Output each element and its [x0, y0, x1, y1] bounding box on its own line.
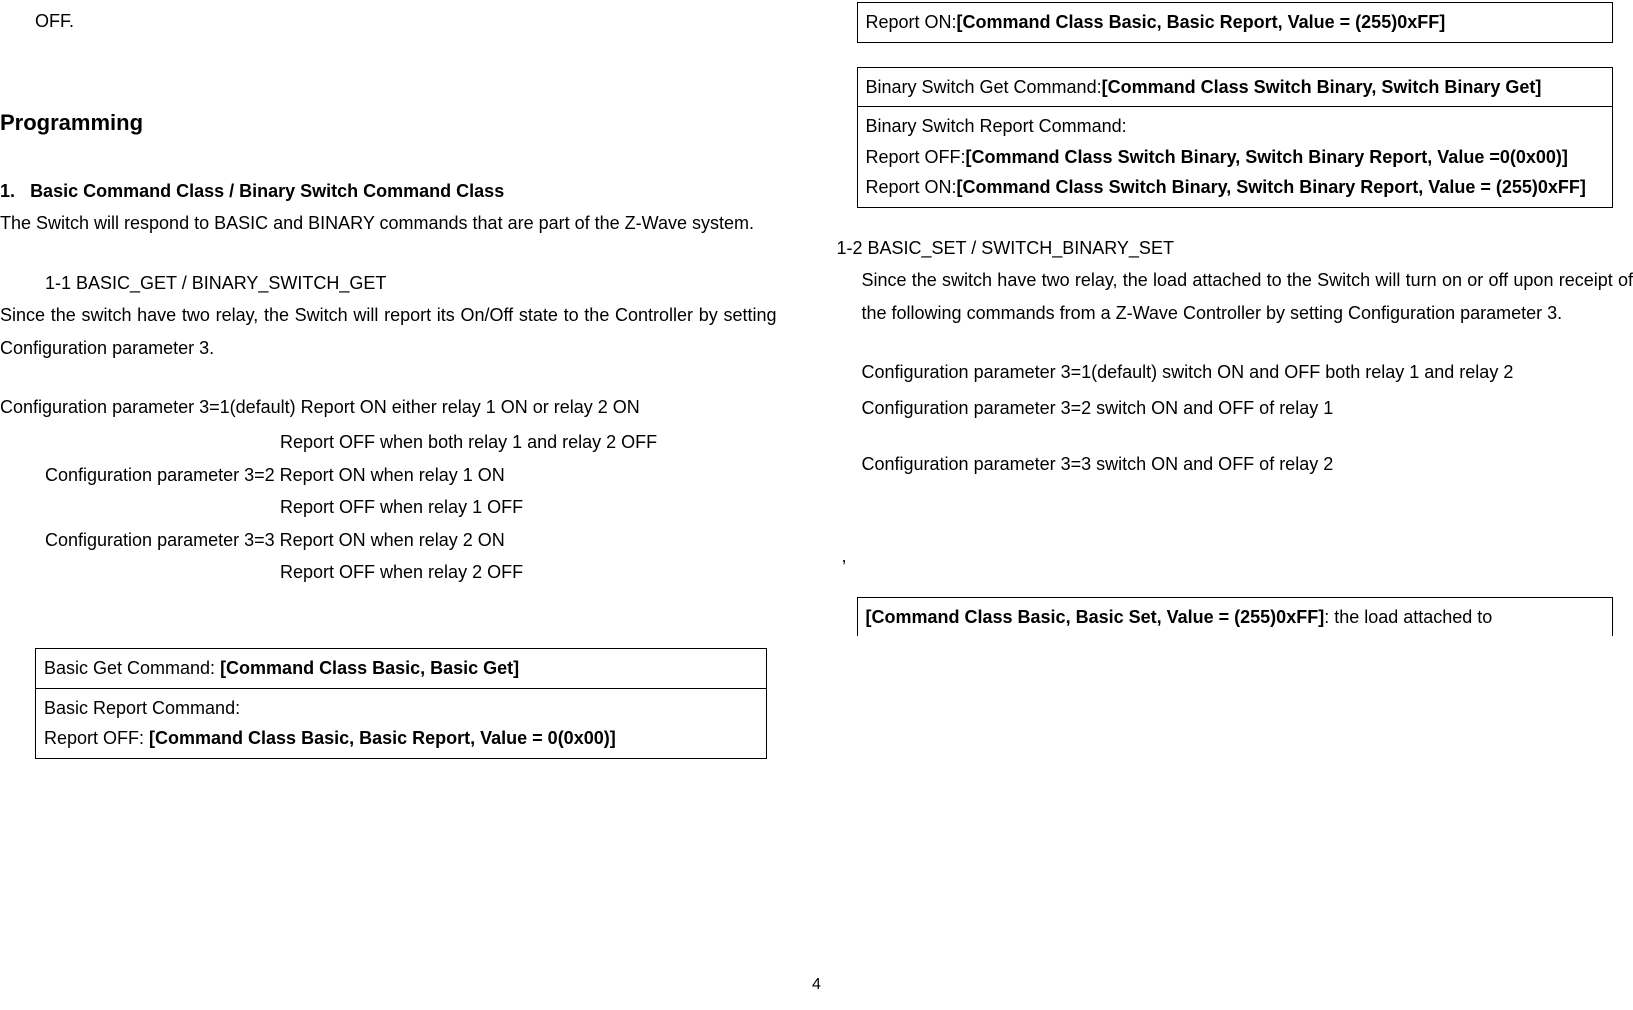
tbl2-row1-a: Binary Switch Get Command:	[866, 77, 1102, 97]
sec12-title: 1-2 BASIC_SET / SWITCH_BINARY_SET	[837, 232, 1633, 264]
tbl3-a: [Command Class Basic, Basic Set, Value =…	[866, 607, 1325, 627]
tbl2-row2-c: [Command Class Switch Binary, Switch Bin…	[966, 147, 1568, 167]
cfg2-a: Configuration parameter 3=2 Report ON wh…	[45, 459, 777, 491]
cfg3-a: Configuration parameter 3=3 Report ON wh…	[45, 524, 777, 556]
cfg1-a: Configuration parameter 3=1(default) Rep…	[0, 391, 777, 423]
sec12-text: Since the switch have two relay, the loa…	[862, 264, 1633, 329]
off-fragment: OFF.	[35, 5, 777, 37]
tbl1-row3-b: [Command Class Basic, Basic Report, Valu…	[957, 12, 1446, 32]
tbl2-row2-d: Report ON:	[866, 177, 957, 197]
tbl2-row2-a: Binary Switch Report Command:	[866, 111, 1605, 142]
sec1-text: The Switch will respond to BASIC and BIN…	[0, 207, 777, 239]
table-row: Basic Report Command: Report OFF: [Comma…	[36, 689, 766, 758]
right-column: Report ON:[Command Class Basic, Basic Re…	[817, 0, 1633, 1010]
binary-switch-table: Binary Switch Get Command:[Command Class…	[857, 67, 1614, 208]
basic-report-on-table: Report ON:[Command Class Basic, Basic Re…	[857, 2, 1614, 43]
tbl2-row2-e: [Command Class Switch Binary, Switch Bin…	[957, 177, 1586, 197]
cfg1-right: Configuration parameter 3=1(default) swi…	[862, 356, 1633, 388]
tbl1-row1-a: Basic Get Command:	[44, 658, 220, 678]
sec11-text: Since the switch have two relay, the Swi…	[0, 299, 777, 364]
tbl2-row1-b: [Command Class Switch Binary, Switch Bin…	[1102, 77, 1542, 97]
page-number: 4	[812, 971, 821, 1000]
table-row: Binary Switch Report Command: Report OFF…	[858, 107, 1613, 207]
tbl1-row2-c: [Command Class Basic, Basic Report, Valu…	[149, 728, 616, 748]
tbl3-b: : the load attached to	[1324, 607, 1492, 627]
programming-heading: Programming	[0, 103, 777, 143]
basic-get-table: Basic Get Command: [Command Class Basic,…	[35, 648, 767, 759]
sec1-title: Basic Command Class / Binary Switch Comm…	[30, 181, 504, 201]
cfg3-right: Configuration parameter 3=3 switch ON an…	[862, 448, 1633, 480]
basic-set-table: [Command Class Basic, Basic Set, Value =…	[857, 597, 1614, 637]
page: OFF. Programming 1. Basic Command Class …	[0, 0, 1633, 1010]
cfg2-right: Configuration parameter 3=2 switch ON an…	[862, 392, 1633, 424]
tbl1-row3-a: Report ON:	[866, 12, 957, 32]
tbl1-row2-a: Basic Report Command:	[44, 693, 758, 724]
cfg3-b: Report OFF when relay 2 OFF	[280, 556, 777, 588]
cfg1-b: Report OFF when both relay 1 and relay 2…	[280, 426, 777, 458]
table-row: Report ON:[Command Class Basic, Basic Re…	[858, 3, 1613, 42]
table-row: Basic Get Command: [Command Class Basic,…	[36, 649, 766, 689]
comma-fragment: ,	[842, 540, 1633, 572]
tbl1-row1-b: [Command Class Basic, Basic Get]	[220, 658, 519, 678]
sec1-num: 1.	[0, 181, 15, 201]
left-column: OFF. Programming 1. Basic Command Class …	[0, 0, 817, 1010]
table-row: [Command Class Basic, Basic Set, Value =…	[858, 598, 1613, 637]
sec11-title: 1-1 BASIC_GET / BINARY_SWITCH_GET	[45, 267, 777, 299]
tbl2-row2-b: Report OFF:	[866, 147, 966, 167]
tbl1-row2-b: Report OFF:	[44, 728, 149, 748]
cfg2-b: Report OFF when relay 1 OFF	[280, 491, 777, 523]
section-1: 1. Basic Command Class / Binary Switch C…	[0, 175, 777, 207]
table-row: Binary Switch Get Command:[Command Class…	[858, 68, 1613, 108]
